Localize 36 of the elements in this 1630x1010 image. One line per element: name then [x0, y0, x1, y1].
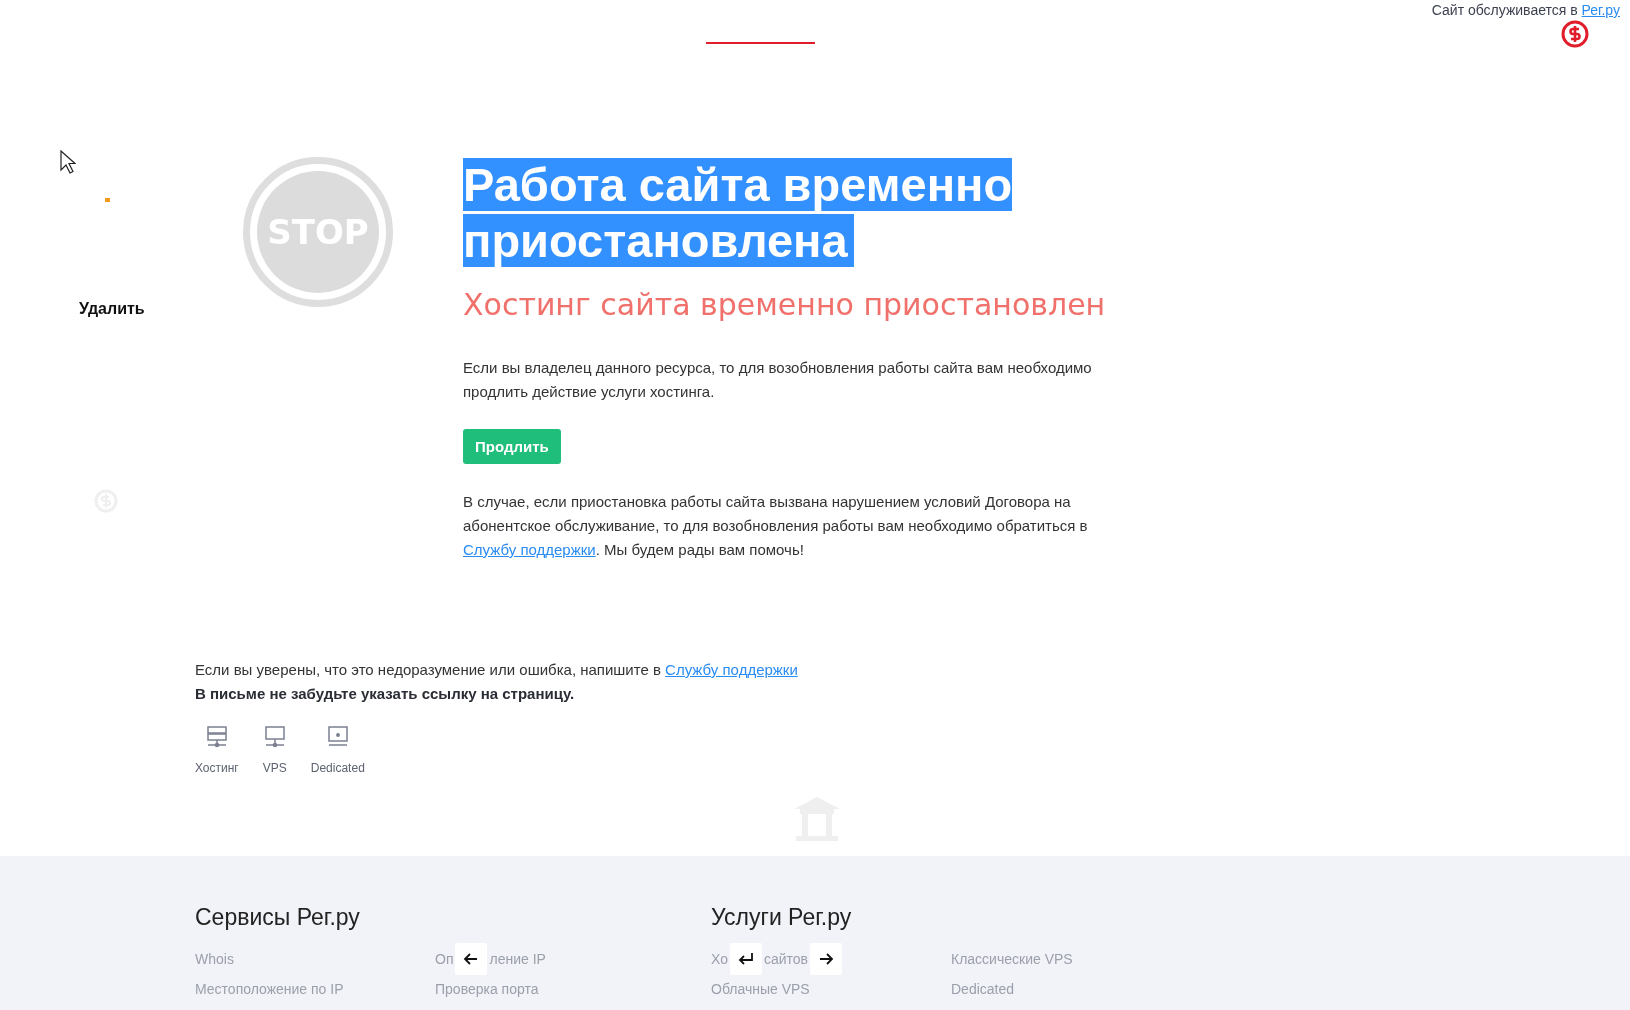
- footer-link[interactable]: Проверка порта: [435, 981, 539, 997]
- product-link[interactable]: VPS: [262, 726, 287, 780]
- enter-key-icon: [737, 951, 754, 967]
- page-subheadline: Хостинг сайта временно приостановлен: [463, 287, 1107, 322]
- violation-paragraph: В случае, если приостановка работы сайта вызвана нарушением условий Договора на абонентское обслуживание, то для возобновления работы вам необходимо обратиться в Службу поддержки. Мы будем рады вам помочь!: [463, 492, 1089, 560]
- left-arrow-icon: [463, 951, 480, 967]
- hosted-by-text: Сайт обслуживается в Рег.ру: [1431, 2, 1620, 20]
- page-headline: Работа сайта временно приостановлена: [463, 157, 1014, 269]
- footer-link[interactable]: Хо: [711, 951, 728, 967]
- footer-link[interactable]: Местоположение по IP: [195, 981, 344, 997]
- right-arrow-icon: [818, 951, 835, 967]
- footer-heading: Сервисы Рег.ру: [195, 904, 361, 932]
- monitor-icon: [262, 726, 287, 748]
- footer-link[interactable]: Классические VPS: [951, 951, 1073, 967]
- owner-paragraph: Если вы владелец данного ресурса, то для возобновления работы сайта вам необходимо продлить действие услуги хостинга.: [463, 358, 1093, 402]
- support-link[interactable]: Службу поддержки: [463, 541, 596, 558]
- notice-bold-text: В письме не забудьте указать ссылку на страницу.: [195, 684, 576, 704]
- mouse-pointer-icon: [60, 150, 76, 174]
- registrar-link[interactable]: Рег.ру: [1581, 2, 1620, 18]
- footer-link[interactable]: Dedicated: [951, 981, 1015, 997]
- footer-link[interactable]: Оп: [435, 951, 454, 967]
- footer-heading: Услуги Рег.ру: [711, 904, 853, 932]
- delete-label[interactable]: Удалить: [79, 300, 145, 318]
- footer-link[interactable]: Whois: [195, 951, 234, 967]
- notice-text: Если вы уверены, что это недоразумение или ошибка, напишите в Службу поддержки: [195, 660, 799, 680]
- dollar-icon: [1561, 20, 1589, 48]
- renew-button[interactable]: Продлить: [463, 429, 561, 464]
- laptop-icon: [325, 726, 350, 748]
- footer-link[interactable]: ление IP: [489, 951, 546, 967]
- footer-link[interactable]: сайтов: [763, 951, 809, 967]
- product-link[interactable]: Dedicated: [310, 726, 365, 780]
- footer-link[interactable]: Облачные VPS: [711, 981, 810, 997]
- product-link[interactable]: Хостинг: [195, 726, 239, 780]
- progress-marker: [105, 198, 110, 202]
- server-icon: [204, 726, 229, 748]
- support-link[interactable]: Службу поддержки: [665, 661, 798, 678]
